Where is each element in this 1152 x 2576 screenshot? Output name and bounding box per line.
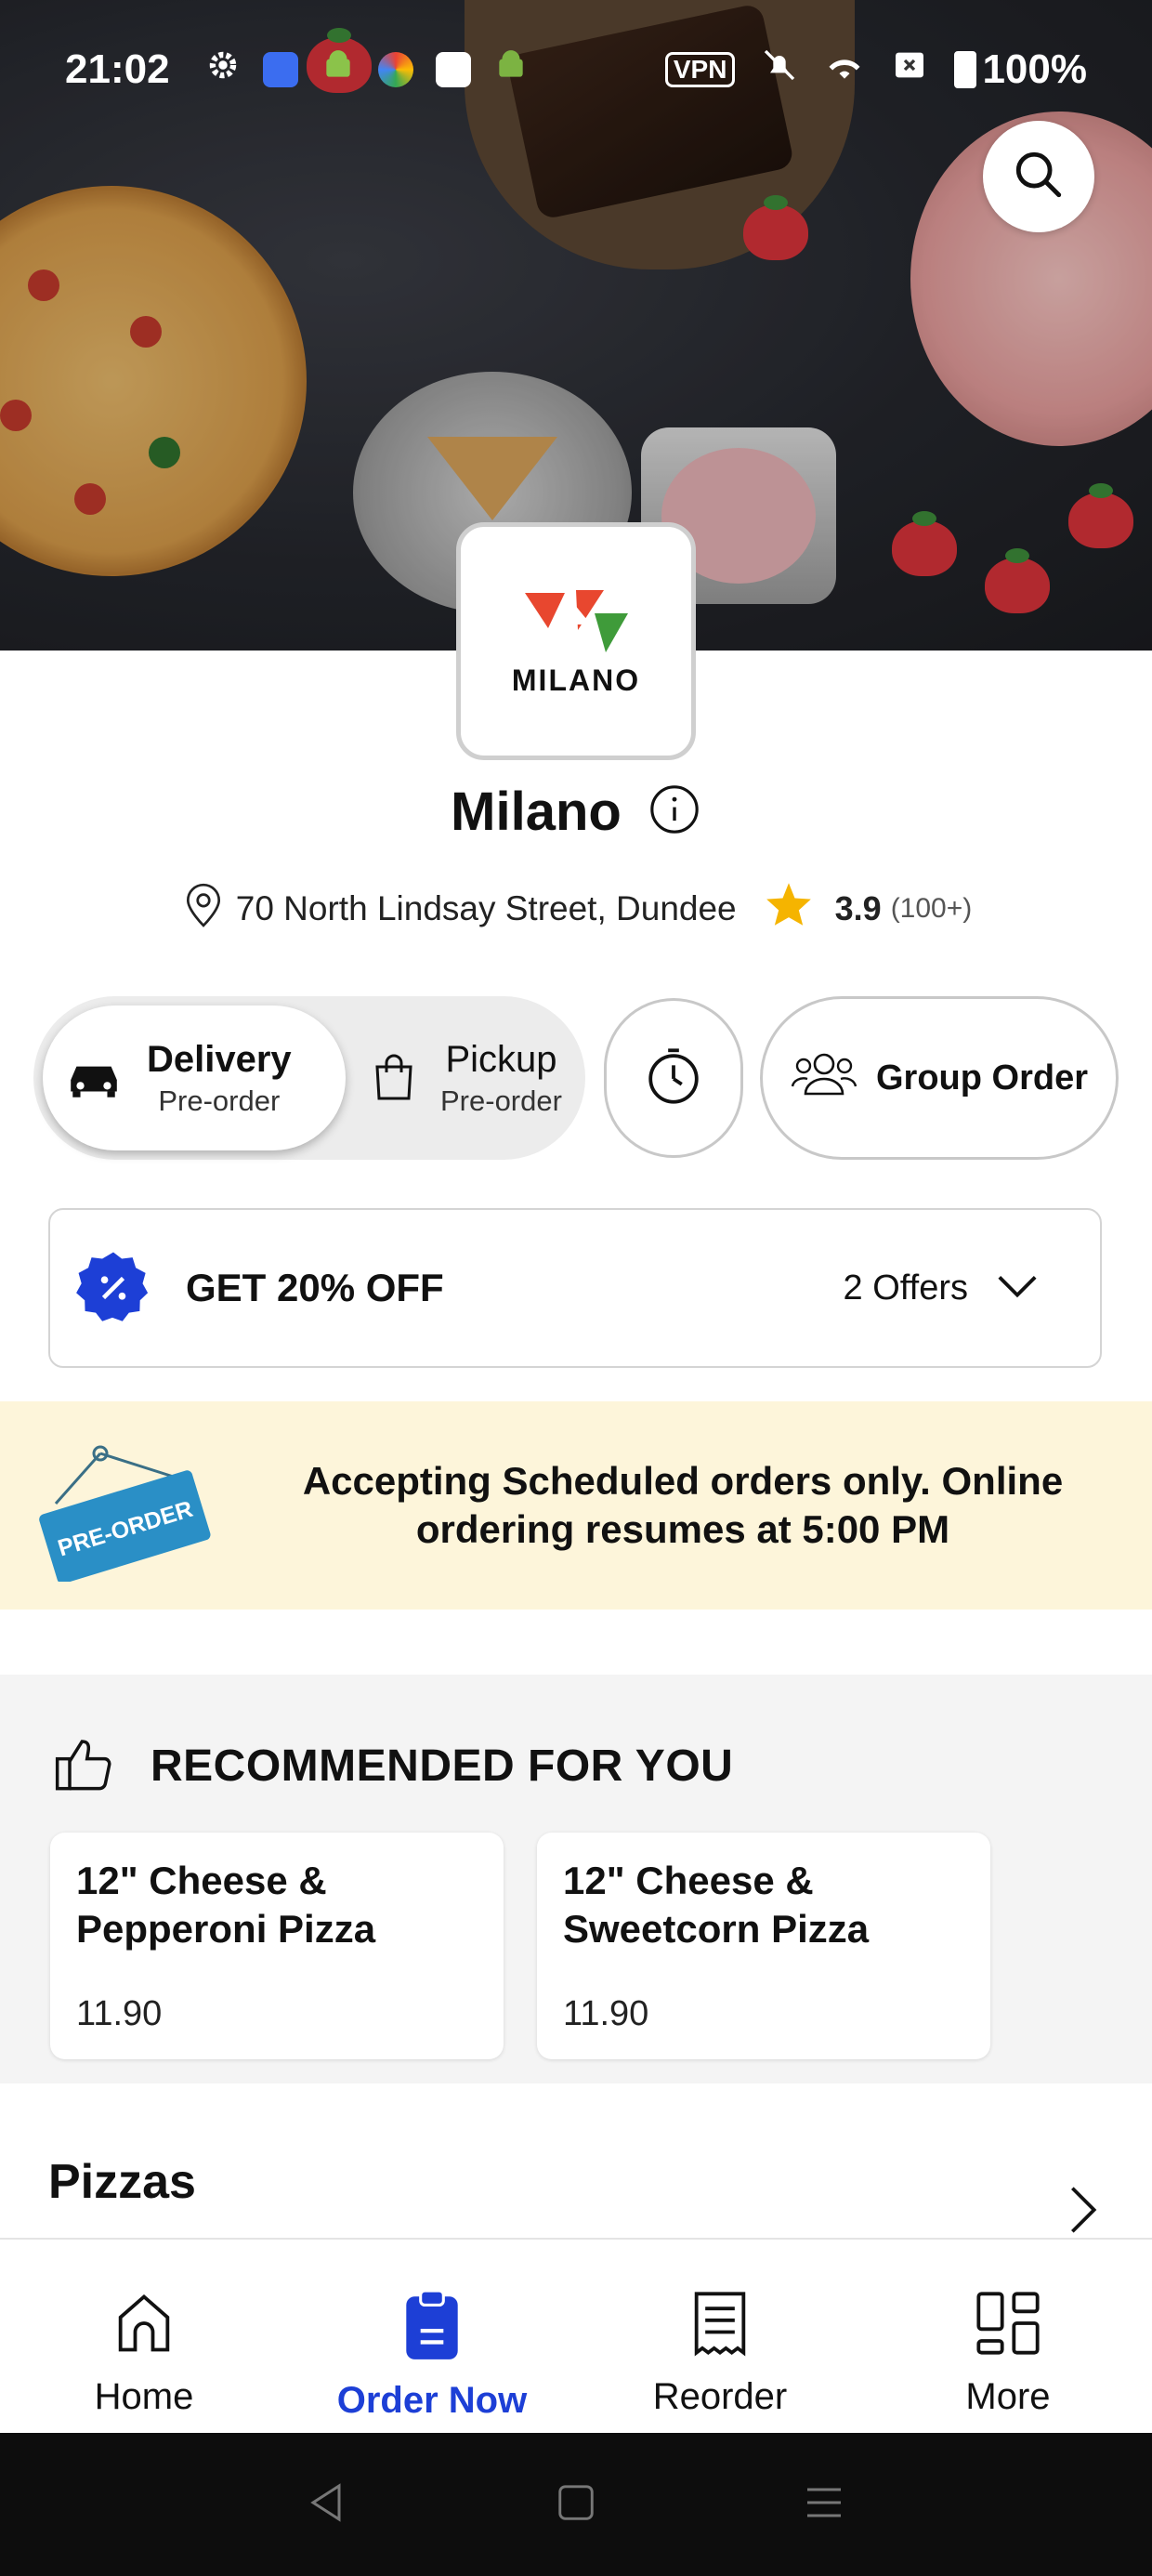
recommended-heading: RECOMMENDED FOR YOU xyxy=(151,1741,734,1791)
home-icon xyxy=(109,2288,179,2363)
offer-count: 2 Offers xyxy=(843,1268,968,1308)
nav-item-reorder[interactable]: Reorder xyxy=(576,2240,864,2433)
offers-panel[interactable]: GET 20% OFF 2 Offers xyxy=(48,1208,1102,1368)
discount-badge-icon xyxy=(74,1249,152,1327)
vpn-icon: VPN xyxy=(664,52,736,87)
status-bar: 21:02 VPN 100% xyxy=(0,0,1152,139)
receipt-icon xyxy=(685,2288,755,2363)
preorder-tag: PRE-ORDER xyxy=(37,1442,214,1584)
recommended-item-price: 11.90 xyxy=(76,1994,163,2033)
nav-label-order-now: Order Now xyxy=(336,2380,528,2421)
recommended-item-name: 12" Cheese & Pepperoni Pizza xyxy=(76,1859,376,1951)
nav-item-more[interactable]: More xyxy=(864,2240,1152,2433)
recommended-section: RECOMMENDED FOR YOU 12" Cheese & Peppero… xyxy=(0,1675,1152,2083)
nav-item-order-now[interactable]: Order Now xyxy=(288,2240,576,2433)
rating-count: (100+) xyxy=(890,892,973,924)
nav-label-reorder: Reorder xyxy=(652,2376,788,2417)
nav-item-home[interactable]: Home xyxy=(0,2240,288,2433)
recommended-item-card[interactable]: 12" Cheese & Pepperoni Pizza 11.90 xyxy=(50,1833,504,2059)
browser-app-icon xyxy=(377,52,413,87)
offer-title: GET 20% OFF xyxy=(186,1266,444,1309)
logo-text: MILANO xyxy=(511,663,641,697)
rating-value: 3.9 xyxy=(834,888,882,927)
thumbs-up-icon xyxy=(52,1734,117,1798)
nav-label-more: More xyxy=(965,2376,1051,2417)
milano-logo-mark xyxy=(525,589,628,652)
section-title-pizzas[interactable]: Pizzas xyxy=(48,2154,196,2210)
order-mode-toggle: Delivery Pre-order Pickup Pre-order xyxy=(33,996,585,1160)
schedule-button[interactable] xyxy=(604,998,743,1158)
no-sim-icon xyxy=(891,46,928,94)
group-order-button[interactable]: Group Order xyxy=(760,996,1119,1160)
chevron-down-icon xyxy=(996,1272,1039,1305)
group-order-label: Group Order xyxy=(875,1058,1089,1097)
delivery-option[interactable]: Delivery Pre-order xyxy=(43,1005,346,1150)
info-icon[interactable] xyxy=(648,782,701,841)
group-users-icon xyxy=(791,1045,857,1111)
chevron-right-icon[interactable] xyxy=(1067,2184,1100,2241)
preorder-notice-banner: PRE-ORDER Accepting Scheduled orders onl… xyxy=(0,1401,1152,1610)
android-icon xyxy=(321,46,356,93)
pickup-sublabel: Pre-order xyxy=(440,1084,562,1117)
battery-icon xyxy=(954,51,977,88)
back-icon[interactable] xyxy=(306,2480,350,2530)
location-pin-icon xyxy=(180,878,227,939)
recommended-item-price: 11.90 xyxy=(563,1994,649,2033)
settings-icon xyxy=(205,46,241,93)
car-icon xyxy=(65,1053,123,1104)
delivery-sublabel: Pre-order xyxy=(158,1084,281,1117)
preorder-message: Accepting Scheduled orders only. Online … xyxy=(302,1459,1064,1551)
recents-menu-icon[interactable] xyxy=(802,2480,846,2530)
home-square-icon[interactable] xyxy=(555,2481,597,2529)
shopping-bag-icon xyxy=(372,1050,416,1107)
blank-app-icon xyxy=(435,52,471,87)
order-icon xyxy=(397,2288,467,2367)
delivery-label: Delivery xyxy=(147,1038,292,1080)
broadcast-app-icon xyxy=(262,52,298,87)
restaurant-name: Milano xyxy=(451,782,622,842)
recommended-item-name: 12" Cheese & Sweetcorn Pizza xyxy=(563,1859,870,1951)
search-button[interactable] xyxy=(983,121,1094,232)
battery-indicator: 100% xyxy=(954,46,1087,93)
star-icon xyxy=(765,881,813,936)
mute-icon xyxy=(761,46,798,94)
nav-label-home: Home xyxy=(94,2376,194,2417)
android-debug-icon xyxy=(493,46,529,93)
system-navigation-bar xyxy=(0,2433,1152,2576)
search-icon xyxy=(1012,148,1066,206)
timer-icon xyxy=(641,1044,706,1113)
grid-icon xyxy=(973,2288,1043,2363)
recommended-item-card[interactable]: 12" Cheese & Sweetcorn Pizza 11.90 xyxy=(537,1833,990,2059)
status-time: 21:02 xyxy=(65,46,170,92)
restaurant-logo: MILANO xyxy=(456,522,696,760)
wifi-icon xyxy=(824,46,865,94)
bottom-navigation: Home Order Now Reorder More xyxy=(0,2238,1152,2433)
restaurant-address[interactable]: 70 North Lindsay Street, Dundee xyxy=(236,889,737,928)
pickup-label: Pickup xyxy=(445,1038,557,1080)
pickup-option[interactable]: Pickup Pre-order xyxy=(340,1005,582,1150)
